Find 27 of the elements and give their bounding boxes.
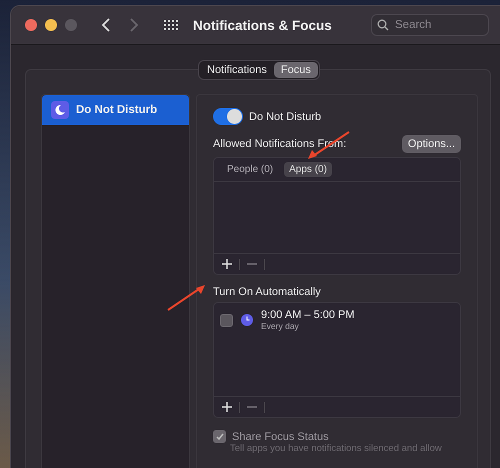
segment-tab[interactable]: Focus	[274, 62, 318, 78]
checkbox[interactable]	[220, 314, 233, 326]
checkbox-label: Share Focus Status	[232, 430, 329, 442]
toggle-switch[interactable]	[213, 108, 243, 125]
add-icon[interactable]	[220, 257, 234, 271]
list-tab[interactable]: Apps (0)	[284, 162, 332, 177]
sidebar-item[interactable]: Do Not Disturb	[42, 95, 189, 125]
checkbox[interactable]	[213, 430, 226, 443]
window-title: Notifications & Focus	[193, 18, 333, 32]
close-button[interactable]	[25, 19, 37, 31]
toggle-label: Do Not Disturb	[249, 110, 322, 122]
moon-icon	[51, 101, 69, 119]
segment-tab[interactable]: Notifications	[200, 62, 274, 78]
check-icon	[216, 432, 224, 440]
options-button[interactable]: Options...	[402, 135, 461, 153]
schedule-repeat: Every day	[261, 321, 300, 331]
annotation-arrow	[166, 282, 208, 312]
search-icon	[377, 19, 389, 31]
add-icon[interactable]	[220, 400, 234, 414]
description-text: Tell apps you have notifications silenced and allow	[230, 443, 443, 454]
grid-icon[interactable]	[163, 18, 179, 32]
clock-icon	[241, 314, 253, 326]
search-field[interactable]: Search	[371, 14, 489, 36]
list-tab[interactable]: People (0)	[222, 162, 278, 177]
minimize-button[interactable]	[45, 19, 57, 31]
schedule-time: 9:00 AM – 5:00 PM	[261, 309, 355, 321]
section-heading: Turn On Automatically	[213, 286, 321, 298]
